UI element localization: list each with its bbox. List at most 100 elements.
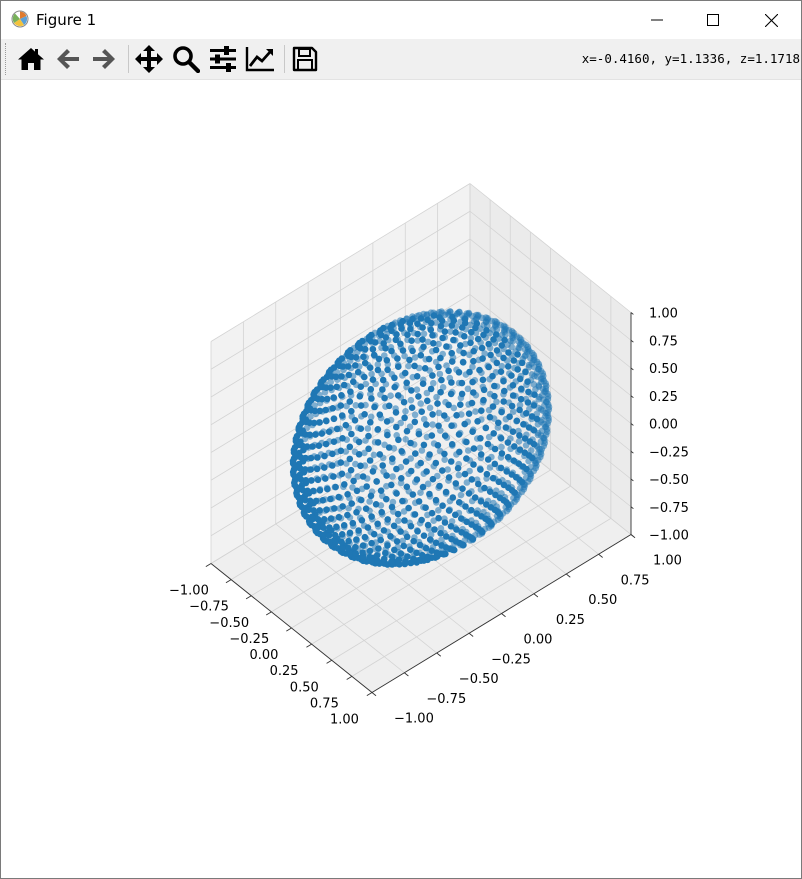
scatter-point bbox=[475, 480, 482, 488]
scatter-point bbox=[432, 539, 440, 547]
save-button[interactable] bbox=[289, 43, 321, 75]
scatter-point bbox=[389, 473, 396, 480]
scatter-point bbox=[445, 401, 452, 409]
back-button[interactable] bbox=[52, 43, 84, 75]
scatter-point bbox=[515, 338, 523, 346]
scatter-point bbox=[324, 485, 331, 493]
scatter-point bbox=[399, 347, 407, 354]
scatter-point bbox=[383, 418, 391, 425]
scatter-point bbox=[338, 412, 346, 419]
scatter-point bbox=[409, 347, 416, 355]
minimize-button[interactable] bbox=[629, 1, 685, 39]
scatter-point bbox=[472, 408, 479, 415]
scatter-point bbox=[483, 470, 491, 478]
scatter-point bbox=[350, 477, 357, 485]
y-tick bbox=[371, 692, 377, 697]
scatter-point bbox=[339, 503, 347, 510]
scatter-point bbox=[348, 430, 355, 438]
scatter-point bbox=[452, 329, 459, 336]
y-tick bbox=[468, 632, 474, 637]
scatter-point bbox=[509, 337, 517, 345]
home-button[interactable] bbox=[15, 43, 47, 75]
scatter-point bbox=[414, 528, 421, 535]
scatter-point bbox=[516, 446, 524, 454]
scatter-point bbox=[516, 344, 523, 352]
scatter-point bbox=[417, 400, 425, 407]
scatter-point bbox=[443, 343, 450, 350]
toolbar-grip[interactable] bbox=[5, 43, 9, 75]
scatter-point bbox=[357, 425, 365, 433]
scatter-point bbox=[509, 392, 517, 399]
scatter-point bbox=[422, 504, 429, 512]
maximize-button[interactable] bbox=[685, 1, 741, 39]
scatter-point bbox=[385, 402, 393, 410]
scatter-point bbox=[340, 522, 348, 529]
y-tick-label: 0.50 bbox=[588, 593, 617, 608]
edit-axis-button[interactable] bbox=[244, 43, 276, 75]
scatter-point bbox=[457, 342, 464, 349]
figure-canvas[interactable]: −1.00 −1.00 −1.00 −0.75 −0.75 −0.75 −0.50 −0.50… bbox=[1, 80, 801, 878]
zoom-button[interactable] bbox=[170, 43, 202, 75]
scatter-point bbox=[405, 362, 412, 370]
scatter-point bbox=[322, 440, 330, 448]
scatter-point bbox=[448, 358, 456, 365]
y-tick bbox=[565, 573, 571, 578]
scatter-point bbox=[498, 408, 505, 416]
scatter-point bbox=[468, 328, 475, 336]
y-tick bbox=[533, 593, 539, 598]
scatter-point bbox=[424, 521, 432, 529]
scatter-point bbox=[434, 400, 441, 407]
scatter-point bbox=[381, 555, 388, 563]
scatter-point bbox=[500, 354, 507, 362]
z-tick-label: −1.00 bbox=[649, 529, 689, 544]
scatter-point bbox=[524, 378, 531, 386]
scatter-point bbox=[352, 354, 360, 361]
close-button[interactable] bbox=[743, 1, 799, 39]
scatter-point bbox=[504, 453, 512, 461]
scatter-point bbox=[437, 530, 444, 537]
subplots-button[interactable] bbox=[207, 43, 239, 75]
x-tick-label: −0.75 bbox=[189, 600, 229, 615]
scatter-point bbox=[393, 423, 400, 431]
scatter-point bbox=[400, 398, 408, 406]
scatter-point bbox=[427, 385, 435, 393]
scatter-point bbox=[316, 487, 324, 494]
scatter-point bbox=[332, 483, 339, 491]
scatter-point bbox=[408, 404, 416, 412]
scatter-point bbox=[330, 394, 338, 401]
scatter-point bbox=[380, 527, 388, 534]
scatter-point bbox=[346, 529, 354, 537]
scatter-point bbox=[398, 448, 406, 455]
scatter-point bbox=[504, 363, 512, 370]
scatter-point bbox=[457, 401, 464, 409]
scatter-point bbox=[484, 440, 492, 448]
scatter-point bbox=[416, 541, 424, 549]
scatter-point bbox=[455, 499, 463, 506]
scatter-point bbox=[358, 517, 366, 524]
axes3d-plot[interactable]: −1.00−1.00−1.00−0.75−0.75−0.75−0.50−0.50… bbox=[1, 80, 801, 878]
scatter-point bbox=[384, 516, 392, 523]
scatter-point bbox=[384, 431, 391, 439]
scatter-point bbox=[468, 476, 476, 483]
scatter-point bbox=[333, 425, 341, 433]
scatter-point bbox=[376, 411, 384, 419]
y-tick-label: −0.25 bbox=[491, 652, 531, 667]
scatter-point bbox=[370, 451, 378, 459]
scatter-point bbox=[441, 450, 448, 458]
scatter-point bbox=[310, 419, 318, 427]
title-bar[interactable]: Figure 1 bbox=[1, 1, 801, 39]
scatter-point bbox=[459, 359, 467, 366]
scatter-point bbox=[366, 547, 374, 555]
pan-button[interactable] bbox=[133, 43, 165, 75]
forward-button[interactable] bbox=[88, 43, 120, 75]
scatter-point bbox=[329, 450, 336, 458]
z-tick-label: −0.25 bbox=[649, 445, 689, 460]
scatter-point bbox=[465, 410, 473, 418]
scatter-point bbox=[361, 411, 368, 418]
scatter-point bbox=[375, 355, 383, 363]
scatter-point bbox=[407, 546, 414, 553]
scatter-point bbox=[348, 500, 356, 507]
y-tick bbox=[501, 613, 506, 618]
scatter-point bbox=[477, 498, 485, 505]
navigation-toolbar: x=-0.4160, y=1.1336, z=1.1718 bbox=[1, 39, 801, 80]
